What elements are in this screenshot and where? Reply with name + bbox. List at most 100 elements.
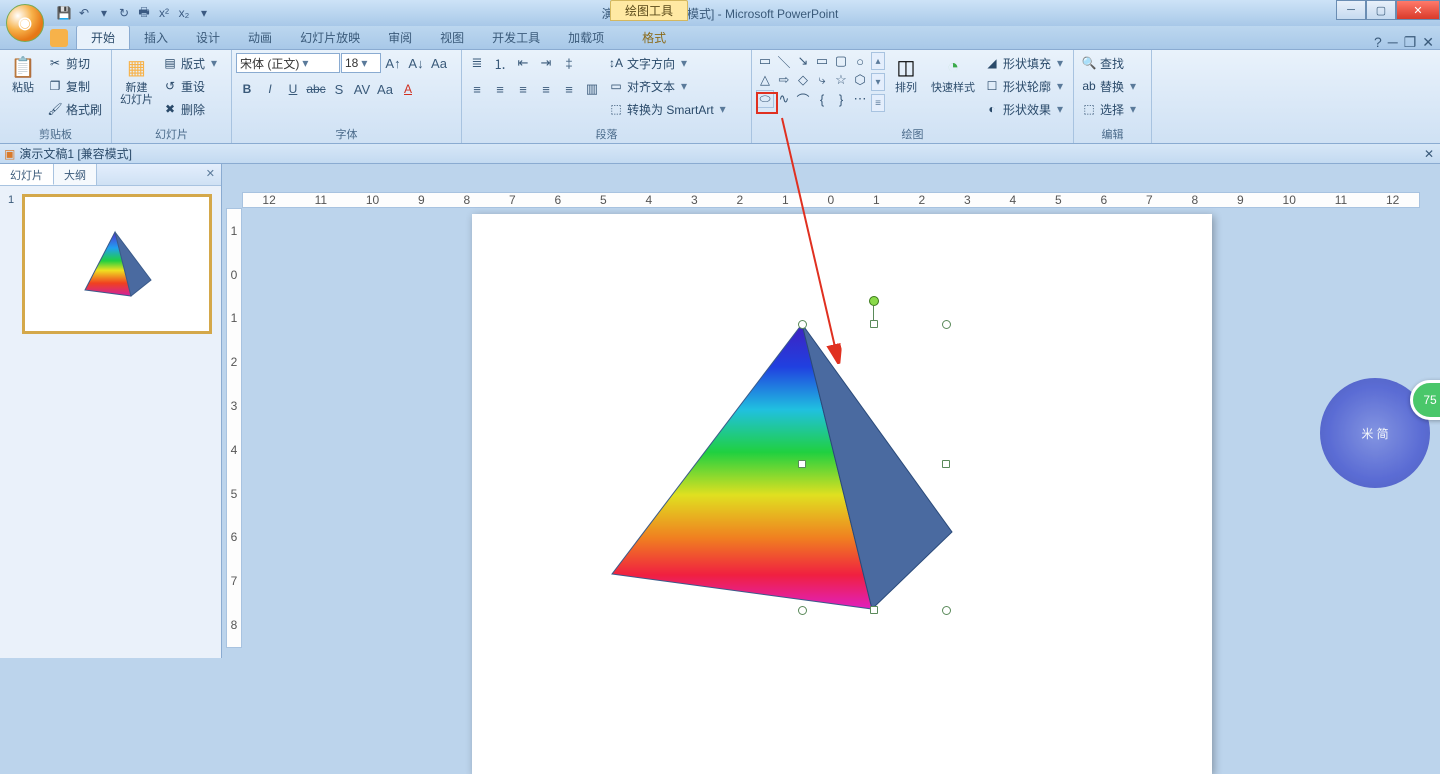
replace-button[interactable]: ab替换▾ — [1078, 75, 1142, 97]
save-icon[interactable]: 💾 — [56, 5, 72, 21]
doc-minimize-button[interactable]: ─ — [1388, 34, 1398, 51]
align-right-button[interactable]: ≡ — [512, 78, 534, 100]
shape-arrow-icon[interactable]: ↘ — [794, 52, 812, 70]
thumbnail-list[interactable]: 1 — [0, 186, 221, 658]
find-button[interactable]: 🔍查找 — [1078, 52, 1142, 74]
distribute-button[interactable]: ≡ — [558, 78, 580, 100]
tab-home[interactable]: 开始 — [76, 25, 130, 49]
superscript-icon[interactable]: x² — [156, 5, 172, 21]
tab-view[interactable]: 视图 — [426, 26, 478, 49]
shape-star-icon[interactable]: ☆ — [832, 71, 850, 89]
align-text-button[interactable]: ▭对齐文本▾ — [605, 75, 732, 97]
change-case-button[interactable]: Aa — [374, 78, 396, 100]
shape-line-icon[interactable]: ＼ — [775, 52, 793, 70]
gallery-expand-icon[interactable]: ≡ — [871, 94, 885, 112]
char-spacing-button[interactable]: AV — [351, 78, 373, 100]
shape-rect-icon[interactable]: ▭ — [813, 52, 831, 70]
align-left-button[interactable]: ≡ — [466, 78, 488, 100]
minimize-button[interactable]: ─ — [1336, 0, 1366, 20]
indent-inc-button[interactable]: ⇥ — [535, 52, 557, 74]
doc-close-button[interactable]: ✕ — [1422, 34, 1434, 51]
shape-outline-button[interactable]: ☐形状轮廓▾ — [981, 75, 1069, 97]
shape-fill-button[interactable]: ◢形状填充▾ — [981, 52, 1069, 74]
layout-button[interactable]: ▤版式▾ — [159, 52, 223, 74]
align-center-button[interactable]: ≡ — [489, 78, 511, 100]
bold-button[interactable]: B — [236, 78, 258, 100]
sel-handle-tr[interactable] — [942, 320, 951, 329]
shape-effects-button[interactable]: ◐形状效果▾ — [981, 98, 1069, 120]
sel-handle-tl[interactable] — [798, 320, 807, 329]
close-button[interactable]: ✕ — [1396, 0, 1440, 20]
gallery-up-icon[interactable]: ▴ — [871, 52, 885, 70]
maximize-button[interactable]: ▢ — [1366, 0, 1396, 20]
clear-format-button[interactable]: Aa — [428, 52, 450, 74]
shape-triangle-icon[interactable]: △ — [756, 71, 774, 89]
shape-oval-icon[interactable]: ○ — [851, 52, 869, 70]
strike-button[interactable]: abc — [305, 78, 327, 100]
nav-close-button[interactable]: ✕ — [206, 167, 215, 180]
nav-tab-slides[interactable]: 幻灯片 — [0, 164, 54, 185]
select-button[interactable]: ⬚选择▾ — [1078, 98, 1142, 120]
tab-developer[interactable]: 开发工具 — [478, 26, 554, 49]
shrink-font-button[interactable]: A↓ — [405, 52, 427, 74]
sel-handle-ml[interactable] — [798, 460, 806, 468]
reset-button[interactable]: ↺重设 — [159, 75, 223, 97]
tab-addins[interactable]: 加载项 — [554, 26, 618, 49]
sel-handle-bl[interactable] — [798, 606, 807, 615]
print-icon[interactable]: 🖶 — [136, 5, 152, 21]
grow-font-button[interactable]: A↑ — [382, 52, 404, 74]
rotate-handle[interactable] — [869, 296, 879, 306]
slide-canvas[interactable] — [472, 214, 1212, 774]
doc-restore-button[interactable]: ❐ — [1404, 34, 1417, 51]
shape-roundrect-icon[interactable]: ▢ — [832, 52, 850, 70]
format-painter-button[interactable]: 🖌格式刷 — [44, 98, 105, 120]
help-icon[interactable]: ? — [1374, 34, 1382, 51]
cut-button[interactable]: ✂剪切 — [44, 52, 105, 74]
docbar-close-button[interactable]: ✕ — [1424, 147, 1434, 161]
tab-review[interactable]: 审阅 — [374, 26, 426, 49]
slide-thumbnail[interactable] — [22, 194, 212, 334]
convert-smartart-button[interactable]: ⬚转换为 SmartArt▾ — [605, 98, 732, 120]
office-button[interactable]: ◉ — [6, 4, 44, 42]
shape-hex-icon[interactable]: ⬡ — [851, 71, 869, 89]
arrange-button[interactable]: ◫ 排列 — [887, 52, 925, 96]
shape-arc-icon[interactable]: ⌒ — [794, 90, 812, 108]
tab-slideshow[interactable]: 幻灯片放映 — [286, 26, 374, 49]
columns-button[interactable]: ▥ — [581, 78, 603, 100]
indent-dec-button[interactable]: ⇤ — [512, 52, 534, 74]
qat-more-icon[interactable]: ▾ — [196, 5, 212, 21]
sel-handle-bm[interactable] — [870, 606, 878, 614]
shape-arrow2-icon[interactable]: ⇨ — [775, 71, 793, 89]
font-name-combo[interactable]: 宋体 (正文)▾ — [236, 53, 340, 73]
underline-button[interactable]: U — [282, 78, 304, 100]
subscript-icon[interactable]: x₂ — [176, 5, 192, 21]
text-direction-button[interactable]: ↕A文字方向▾ — [605, 52, 732, 74]
sel-handle-mr[interactable] — [942, 460, 950, 468]
gallery-down-icon[interactable]: ▾ — [871, 73, 885, 91]
paste-button[interactable]: 📋 粘贴 — [4, 52, 42, 96]
sel-handle-br[interactable] — [942, 606, 951, 615]
shape-diamond-icon[interactable]: ◇ — [794, 71, 812, 89]
italic-button[interactable]: I — [259, 78, 281, 100]
justify-button[interactable]: ≡ — [535, 78, 557, 100]
quick-styles-button[interactable]: ◔ 快速样式 — [927, 52, 979, 96]
delete-slide-button[interactable]: ✖删除 — [159, 98, 223, 120]
font-color-button[interactable]: A — [397, 78, 419, 100]
tab-insert[interactable]: 插入 — [130, 26, 182, 49]
shape-brace-r-icon[interactable]: } — [832, 90, 850, 108]
shape-connector-icon[interactable]: ⤷ — [813, 71, 831, 89]
tab-format[interactable]: 格式 — [628, 26, 680, 49]
shadow-button[interactable]: S — [328, 78, 350, 100]
shape-textbox-icon[interactable]: ▭ — [756, 52, 774, 70]
undo-icon[interactable]: ↶ — [76, 5, 92, 21]
redo-icon[interactable]: ↻ — [116, 5, 132, 21]
nav-tab-outline[interactable]: 大纲 — [54, 164, 97, 185]
new-slide-button[interactable]: ▦ 新建 幻灯片 — [116, 52, 157, 108]
line-spacing-button[interactable]: ‡ — [558, 52, 580, 74]
copy-button[interactable]: ❐复制 — [44, 75, 105, 97]
shape-more-icon[interactable]: ⋯ — [851, 90, 869, 108]
bullets-button[interactable]: ≣ — [466, 52, 488, 74]
shape-brace-l-icon[interactable]: { — [813, 90, 831, 108]
tab-design[interactable]: 设计 — [182, 26, 234, 49]
sel-handle-tm[interactable] — [870, 320, 878, 328]
